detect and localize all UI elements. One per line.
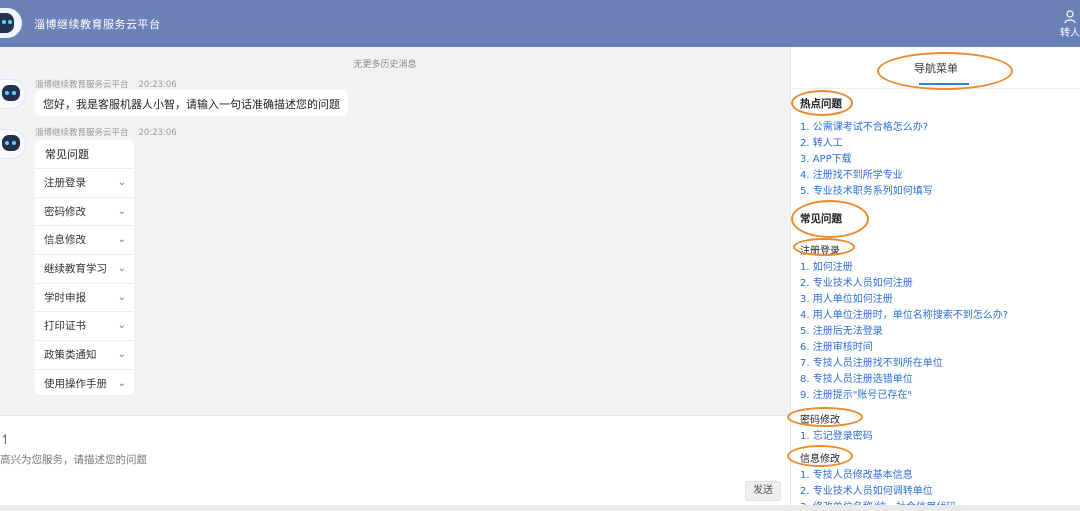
info-question-link[interactable]: 1. 专技人员修改基本信息 [800,466,913,481]
subsection-title-info: 信息修改 [800,454,840,465]
send-button[interactable]: 发送 [745,481,781,501]
faq-item-label: 政策类通知 [44,349,97,362]
faq-item-label: 学时申报 [44,291,86,304]
faq-item-label: 继续教育学习 [44,263,107,276]
message-meta: 淄博继续教育服务云平台 20:23:06 [35,78,177,90]
register-question-link[interactable]: 6. 注册审核时间 [800,338,873,353]
register-question-link[interactable]: 3. 用人单位如何注册 [800,290,893,305]
bot-avatar [0,129,26,159]
chevron-down-icon: ⌄ [117,291,126,303]
hot-question-link[interactable]: 1. 公需课考试不合格怎么办? [800,118,928,133]
faq-item[interactable]: 信息修改 ⌄ [35,225,134,254]
register-question-link[interactable]: 7. 专技人员注册找不到所在单位 [800,354,943,369]
faq-title: 常见问题 [45,148,89,161]
user-icon [1064,10,1076,24]
faq-item-label: 使用操作手册 [44,377,107,390]
faq-item[interactable]: 使用操作手册 ⌄ [35,368,134,398]
robot-logo-icon [0,8,22,38]
nav-tab-indicator [919,83,969,85]
transfer-label: 转人 [1060,28,1080,39]
chevron-down-icon: ⌄ [117,177,126,188]
navigation-panel: 导航菜单 热点问题 1. 公需课考试不合格怎么办? 2. 转人工 3. APP下… [787,47,1080,511]
faq-item-label: 打印证书 [44,320,86,333]
register-question-link[interactable]: 9. 注册提示"账号已存在" [800,386,912,401]
info-question-link[interactable]: 2. 专业技术人员如何调转单位 [800,482,933,497]
hot-question-link[interactable]: 3. APP下载 [800,150,852,165]
subsection-title-password: 密码修改 [800,415,840,426]
app-header: 淄博继续教育服务云平台 转人 [0,0,1080,47]
message-bubble: 您好，我是客服机器人小智，请输入一句话准确描述您的问题 [35,90,348,116]
faq-item[interactable]: 密码修改 ⌄ [35,196,134,226]
bot-avatar [0,79,26,109]
bottom-scrollbar[interactable] [0,505,1080,511]
register-question-link[interactable]: 2. 专业技术人员如何注册 [800,274,913,289]
chat-panel: 无更多历史消息 淄博继续教育服务云平台 20:23:06 您好，我是客服机器人小智… [0,47,790,415]
chevron-down-icon: ⌄ [117,349,126,361]
divider [791,88,1080,89]
faq-card: 常见问题 注册登录 ⌄ 密码修改 ⌄ 信息修改 ⌄ 继续教育学习 ⌄ 学时申报 ⌄ 打印证… [35,140,134,395]
message-meta: 淄博继续教育服务云平台 20:23:06 [35,126,177,138]
register-question-link[interactable]: 4. 用人单位注册时，单位名称搜索不到怎么办? [800,306,1008,321]
hot-question-link[interactable]: 5. 专业技术职务系列如何填写 [800,182,933,197]
message-sender: 淄博继续教育服务云平台 [35,80,129,90]
faq-item-label: 信息修改 [44,234,86,247]
app-title: 淄博继续教育服务云平台 [34,18,161,31]
section-title-common: 常见问题 [800,213,842,225]
chevron-down-icon: ⌄ [117,234,126,246]
chevron-down-icon: ⌄ [117,320,126,332]
message-time: 20:23:06 [138,128,177,138]
hot-question-link[interactable]: 2. 转人工 [800,134,843,149]
faq-item[interactable]: 打印证书 ⌄ [35,311,134,340]
faq-item-label: 注册登录 [44,177,86,189]
faq-item[interactable]: 继续教育学习 ⌄ [35,254,134,283]
message-input-placeholder[interactable]: 高兴为您服务，请描述您的问题 [0,452,147,467]
section-title-hot: 热点问题 [800,98,842,110]
nav-title[interactable]: 导航菜单 [791,60,1080,76]
chevron-down-icon: ⌄ [117,263,126,275]
faq-item[interactable]: 注册登录 ⌄ [35,168,134,197]
hot-question-link[interactable]: 4. 注册找不到所学专业 [800,166,903,181]
message-time: 20:23:06 [138,80,177,90]
subsection-title-register: 注册登录 [800,246,840,257]
faq-item[interactable]: 学时申报 ⌄ [35,282,134,312]
register-question-link[interactable]: 5. 注册后无法登录 [800,322,883,337]
faq-item-label: 密码修改 [44,205,86,218]
chevron-down-icon: ⌄ [117,377,126,389]
register-question-link[interactable]: 1. 如何注册 [800,258,853,273]
transfer-human-button[interactable]: 转人 [1060,10,1080,39]
faq-item[interactable]: 政策类通知 ⌄ [35,340,134,369]
password-question-link[interactable]: 1. 忘记登录密码 [800,427,873,442]
message-sender: 淄博继续教育服务云平台 [35,128,129,138]
register-question-link[interactable]: 8. 专技人员注册选错单位 [800,370,913,385]
no-history-notice: 无更多历史消息 [353,60,417,70]
chevron-down-icon: ⌄ [117,205,126,217]
message-input-area[interactable]: ↿ 高兴为您服务，请描述您的问题 发送 [0,415,790,511]
toolbar-icon[interactable]: ↿ [0,433,11,448]
